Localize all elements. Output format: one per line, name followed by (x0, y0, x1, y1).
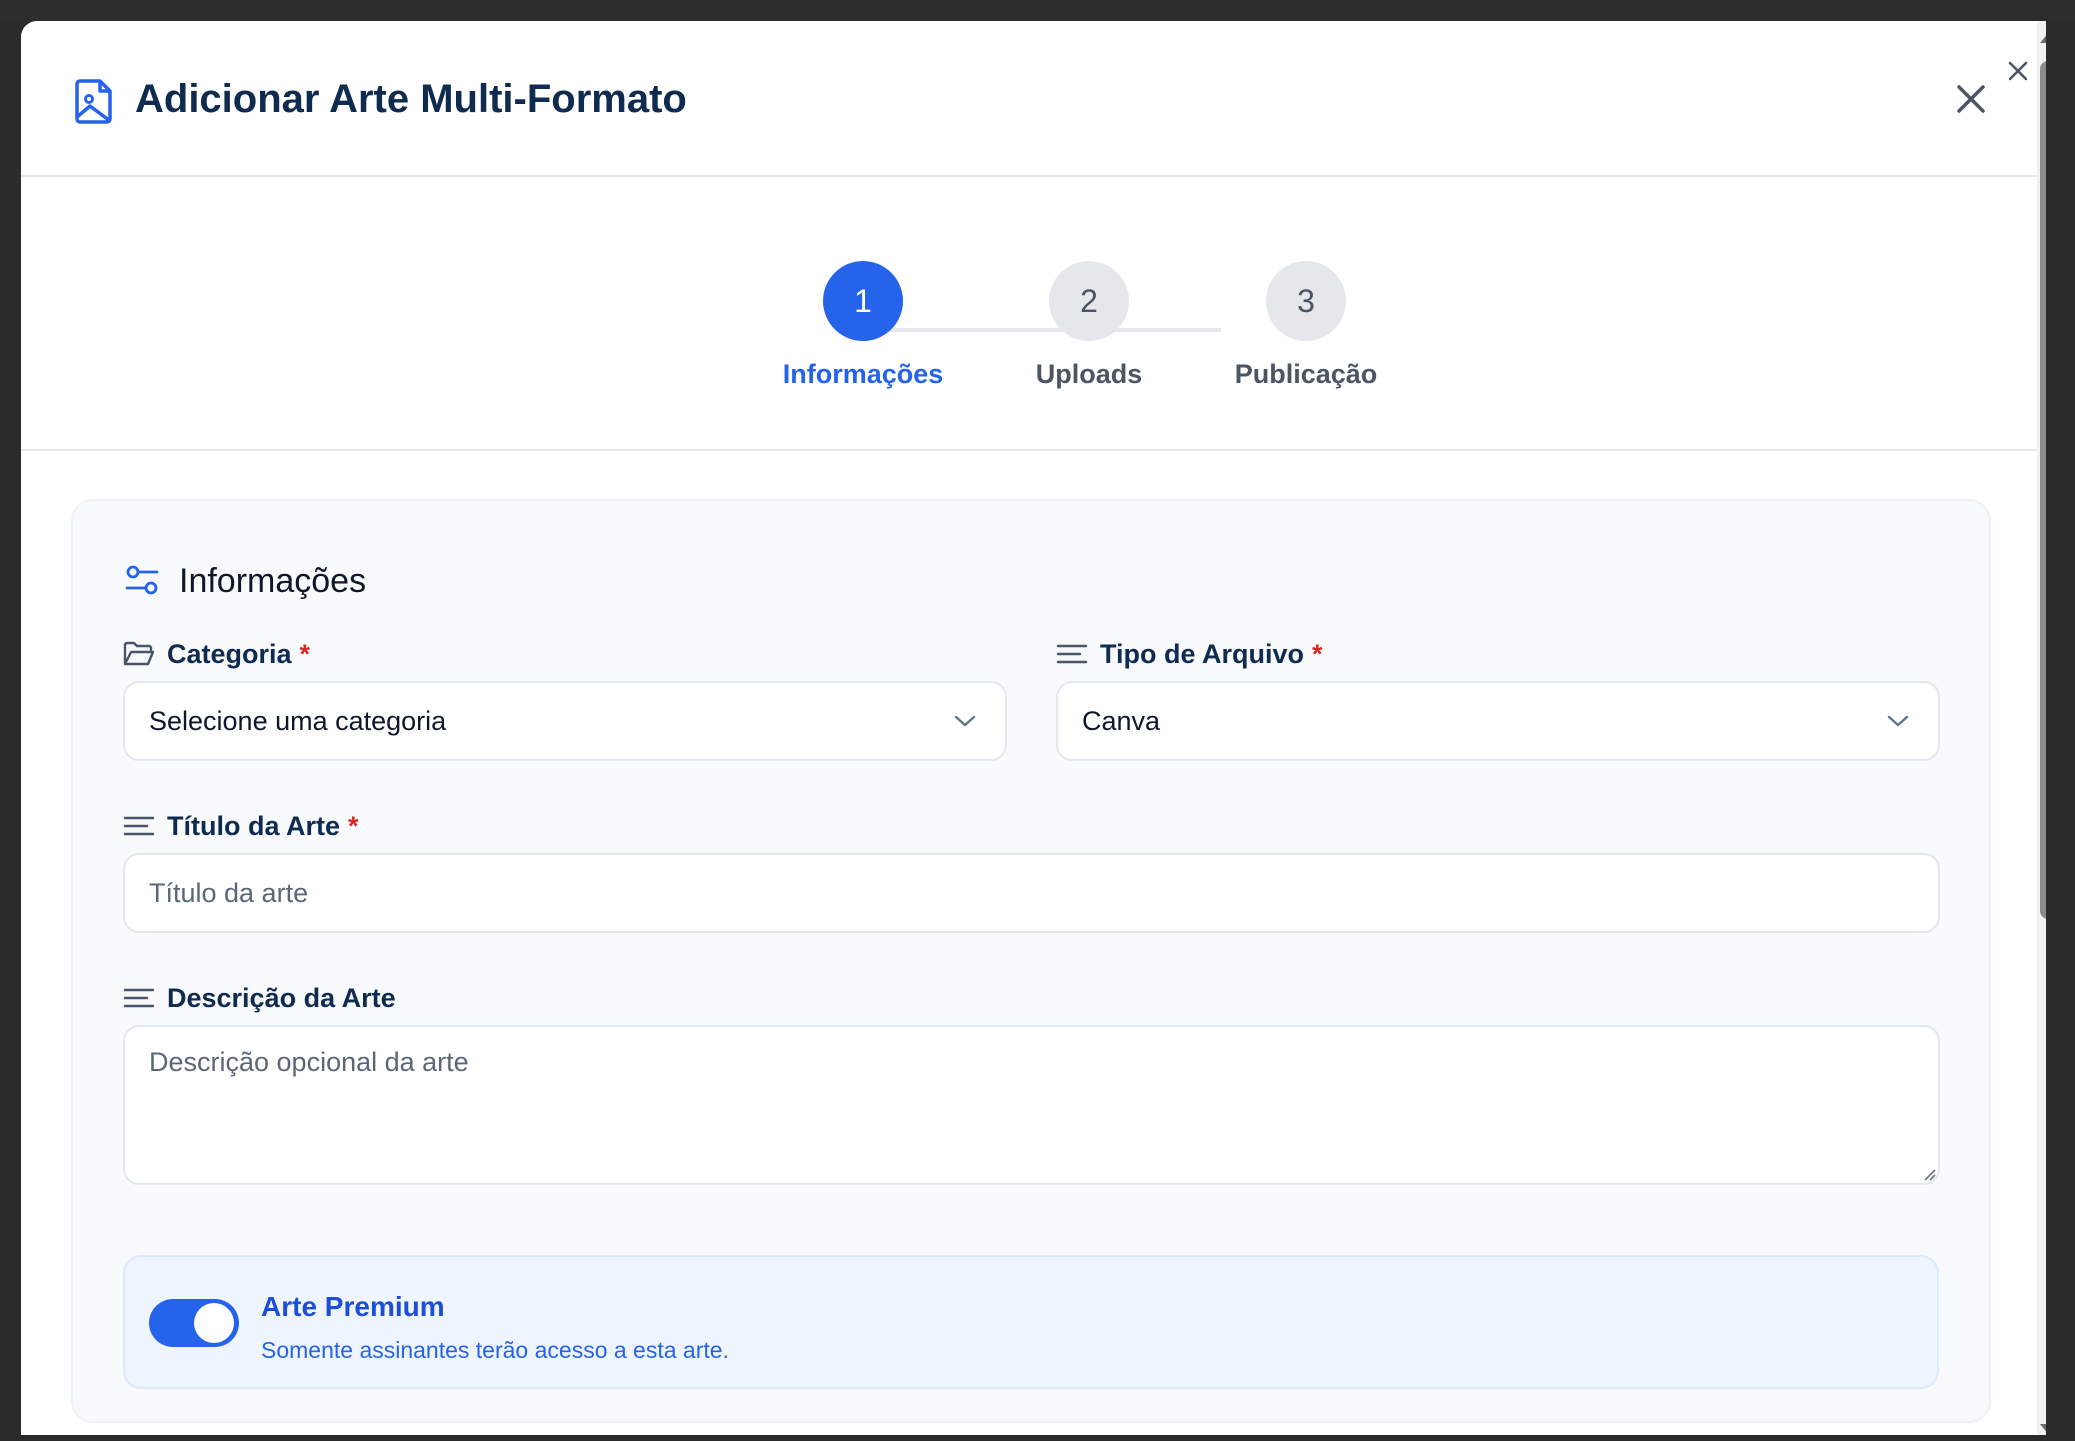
step-label: Informações (782, 359, 944, 389)
title-input-placeholder: Título da arte (149, 877, 309, 908)
description-label-text: Descrição da Arte (167, 983, 396, 1013)
category-label: Categoria * (123, 637, 523, 671)
title-label: Título da Arte * (123, 809, 523, 843)
file-type-select[interactable]: Canva (1056, 681, 1940, 761)
step-uploads[interactable]: 2 Uploads (999, 261, 1179, 390)
step-number: 3 (1266, 261, 1346, 341)
step-informacoes[interactable]: 1 Informações (773, 261, 953, 390)
chevron-down-icon (954, 715, 976, 727)
premium-description: Somente assinantes terão acesso a esta a… (261, 1337, 729, 1363)
add-art-modal: Adicionar Arte Multi-Formato 1 Informaçõ… (21, 21, 2046, 1435)
title-label-text: Título da Arte (167, 811, 340, 841)
folder-icon (123, 641, 155, 666)
text-lines-icon (123, 816, 155, 836)
modal-title: Adicionar Arte Multi-Formato (135, 77, 687, 121)
premium-title: Arte Premium (261, 1291, 445, 1322)
resize-handle-icon[interactable] (1920, 1165, 1936, 1181)
category-label-text: Categoria (167, 639, 292, 669)
premium-panel: Arte Premium Somente assinantes terão ac… (123, 1255, 1939, 1389)
background-window (0, 0, 2075, 22)
modal-header: Adicionar Arte Multi-Formato (21, 21, 2037, 177)
file-image-icon (75, 79, 112, 124)
step-number: 2 (1049, 261, 1129, 341)
information-card: Informações Categoria * Selecione uma cat… (71, 499, 1991, 1423)
file-type-label-text: Tipo de Arquivo (1100, 639, 1305, 669)
step-label: Publicação (1234, 359, 1378, 389)
description-label: Descrição da Arte (123, 981, 523, 1015)
file-type-select-value: Canva (1082, 705, 1161, 736)
sliders-icon (125, 565, 159, 595)
premium-toggle[interactable] (149, 1299, 239, 1347)
text-lines-icon (1056, 644, 1088, 664)
scroll-up-arrow-icon[interactable] (2040, 33, 2046, 43)
text-lines-icon (123, 988, 155, 1008)
description-textarea[interactable]: Descrição opcional da arte (123, 1025, 1940, 1185)
toggle-knob (194, 1303, 234, 1343)
step-publicacao[interactable]: 3 Publicação (1216, 261, 1396, 390)
category-select[interactable]: Selecione uma categoria (123, 681, 1007, 761)
chevron-down-icon (1887, 715, 1909, 727)
section-title-text: Informações (179, 562, 367, 600)
required-asterisk: * (1312, 639, 1323, 669)
file-type-label: Tipo de Arquivo * (1056, 637, 1456, 671)
close-icon[interactable] (1951, 79, 1991, 119)
outer-close-icon[interactable] (2004, 57, 2032, 85)
required-asterisk: * (299, 639, 311, 669)
scrollbar-thumb[interactable] (2040, 61, 2046, 919)
stepper: 1 Informações 2 Uploads 3 Publicação (21, 177, 2037, 451)
category-select-value: Selecione uma categoria (149, 705, 447, 736)
required-asterisk: * (348, 811, 359, 841)
description-textarea-placeholder: Descrição opcional da arte (149, 1047, 469, 1077)
step-label: Uploads (1035, 359, 1143, 389)
title-input[interactable]: Título da arte (123, 853, 1940, 933)
step-number: 1 (823, 261, 903, 341)
scroll-down-arrow-icon[interactable] (2040, 1424, 2046, 1434)
